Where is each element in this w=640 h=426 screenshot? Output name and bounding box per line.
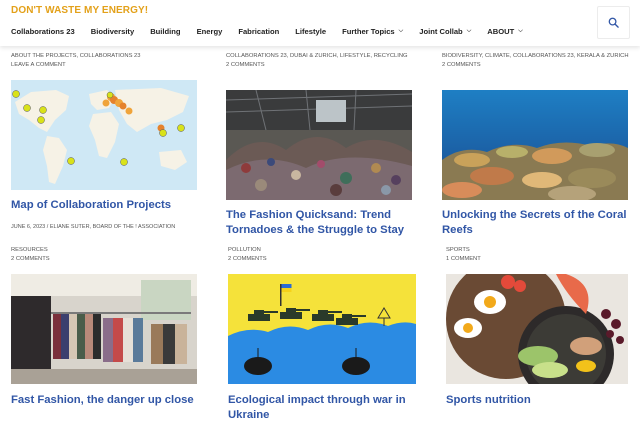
nav-item-label: Collaborations 23: [11, 27, 75, 36]
post-thumbnail-clothing-store[interactable]: [11, 274, 197, 384]
nav-item-label: Biodiversity: [90, 27, 135, 36]
nav-item-label: Further Topics: [342, 27, 395, 36]
nav-item-label: Lifestyle: [295, 27, 327, 36]
post-byline: JUNE 6, 2023 / ELIANE SUTER, BOARD OF TH…: [11, 224, 176, 230]
post-categories[interactable]: SPORTS: [446, 246, 636, 255]
nav-item-joint-collab[interactable]: Joint Collab ⌵: [419, 27, 471, 36]
post-meta: POLLUTION 2 COMMENTS: [228, 246, 418, 265]
post-title[interactable]: Map of Collaboration Projects: [11, 198, 201, 213]
chevron-down-icon: ⌵: [398, 28, 404, 34]
post-title[interactable]: Unlocking the Secrets of the Coral Reefs: [442, 208, 632, 237]
post-title[interactable]: Ecological impact through war in Ukraine: [228, 393, 428, 422]
post-categories[interactable]: COLLABORATIONS 23, DUBAI & ZURICH, LIFES…: [226, 52, 416, 61]
nav-item-energy[interactable]: Energy: [197, 27, 223, 36]
post-thumbnail-coral-reef[interactable]: [442, 90, 628, 200]
post-comments-link[interactable]: 2 COMMENTS: [226, 61, 416, 70]
nav-item-further-topics[interactable]: Further Topics ⌵: [342, 27, 403, 36]
site-header: DON'T WASTE MY ENERGY! Collaborations 23…: [0, 0, 640, 46]
post-categories[interactable]: BIODIVERSITY, CLIMATE, COLLABORATIONS 23…: [442, 52, 632, 61]
post-meta: SPORTS 1 COMMENT: [446, 246, 636, 265]
nav-item-lifestyle[interactable]: Lifestyle: [295, 27, 326, 36]
nav-item-collaborations-23[interactable]: Collaborations 23: [11, 27, 75, 36]
nav-item-label: Fabrication: [238, 27, 280, 36]
post-meta: ABOUT THE PROJECTS, COLLABORATIONS 23 LE…: [11, 52, 201, 71]
post-title[interactable]: The Fashion Quicksand: Trend Tornadoes &…: [226, 208, 426, 237]
post-comments-link[interactable]: 2 COMMENTS: [442, 61, 632, 70]
nav-item-label: Joint Collab: [419, 27, 463, 36]
post-comments-link[interactable]: 2 COMMENTS: [228, 255, 418, 264]
post-thumbnail-clothing-warehouse[interactable]: [226, 90, 412, 200]
nav-item-label: ABOUT: [487, 27, 515, 36]
search-icon: [608, 17, 619, 28]
post-comments-link[interactable]: LEAVE A COMMENT: [11, 61, 201, 70]
post-thumbnail-war-drawing[interactable]: [228, 274, 416, 384]
post-meta: BIODIVERSITY, CLIMATE, COLLABORATIONS 23…: [442, 52, 632, 71]
post-categories[interactable]: RESOURCES: [11, 246, 201, 255]
nav-item-fabrication[interactable]: Fabrication: [238, 27, 279, 36]
nav-item-about[interactable]: ABOUT ⌵: [487, 27, 523, 36]
post-comments-link[interactable]: 2 COMMENTS: [11, 255, 201, 264]
post-meta: COLLABORATIONS 23, DUBAI & ZURICH, LIFES…: [226, 52, 416, 71]
main-nav: Collaborations 23 Biodiversity Building …: [11, 27, 539, 36]
post-meta: RESOURCES 2 COMMENTS: [11, 246, 201, 265]
post-title[interactable]: Fast Fashion, the danger up close: [11, 393, 211, 408]
chevron-down-icon: ⌵: [466, 28, 472, 34]
search-button[interactable]: [597, 6, 630, 39]
post-categories[interactable]: ABOUT THE PROJECTS, COLLABORATIONS 23: [11, 52, 201, 61]
post-thumbnail-world-map[interactable]: [11, 80, 197, 190]
chevron-down-icon: ⌵: [518, 28, 523, 34]
nav-item-label: Energy: [196, 27, 223, 36]
nav-item-label: Building: [150, 27, 181, 36]
nav-item-biodiversity[interactable]: Biodiversity: [91, 27, 134, 36]
nav-item-building[interactable]: Building: [150, 27, 180, 36]
post-title[interactable]: Sports nutrition: [446, 393, 636, 408]
post-thumbnail-food-bowl[interactable]: [446, 274, 628, 384]
site-title[interactable]: DON'T WASTE MY ENERGY!: [11, 5, 148, 16]
post-categories[interactable]: POLLUTION: [228, 246, 418, 255]
post-comments-link[interactable]: 1 COMMENT: [446, 255, 636, 264]
